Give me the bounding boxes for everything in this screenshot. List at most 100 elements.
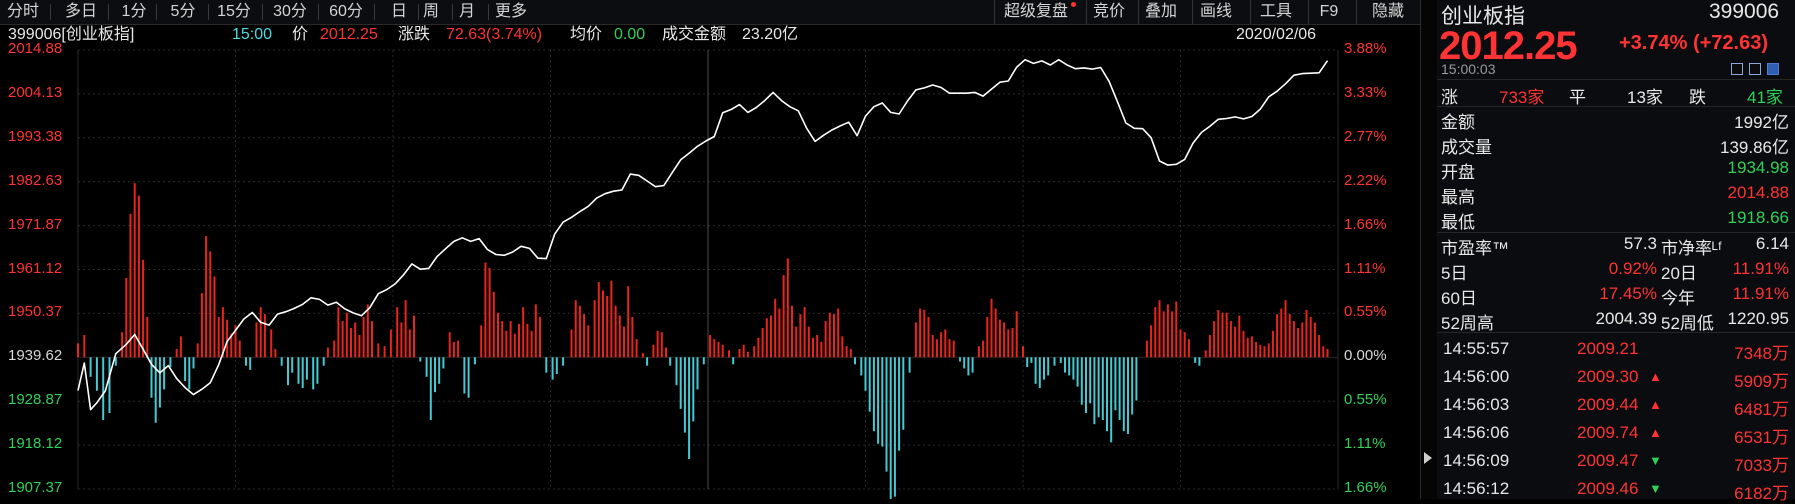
panel-code: 399006: [1709, 0, 1780, 23]
volume-bar: [1208, 335, 1211, 358]
right-axis-tick: 0.00%: [1344, 347, 1387, 365]
intraday-chart[interactable]: [0, 0, 1420, 499]
tick-time: 14:56:03: [1443, 395, 1510, 414]
volume-bar: [505, 330, 508, 358]
volume-bar: [610, 280, 613, 358]
volume-bar: [1072, 357, 1075, 380]
volume-bar: [646, 357, 649, 366]
tick-amount: 7033万: [1734, 456, 1789, 475]
volume-bar: [238, 340, 241, 358]
volume-bar: [396, 307, 399, 358]
volume-bar: [1255, 341, 1258, 358]
volume-bar: [1234, 326, 1237, 358]
volume-bar: [1059, 357, 1062, 363]
volume-bar: [142, 259, 145, 358]
volume-bar: [1171, 311, 1174, 358]
volume-bar: [713, 339, 716, 358]
volume-bar: [898, 357, 901, 451]
volume-bar: [1162, 311, 1165, 358]
volume-bar: [877, 357, 880, 444]
perf-label: 60日: [1441, 289, 1477, 308]
volume-bar: [1301, 322, 1304, 358]
window-icon[interactable]: [1749, 63, 1761, 75]
volume-bar: [675, 357, 678, 386]
pe-value: 57.3: [1623, 234, 1657, 253]
volume-bar: [1080, 357, 1083, 405]
volume-bar: [990, 298, 993, 358]
volume-bar: [977, 346, 980, 358]
stat-label: 成交量: [1441, 138, 1492, 157]
volume-bar: [255, 322, 258, 358]
volume-bar: [578, 305, 581, 358]
volume-bar: [807, 326, 810, 358]
panel-time: 15:00:03: [1441, 61, 1496, 77]
volume-bar: [1187, 339, 1190, 358]
volume-bar: [366, 304, 369, 358]
volume-bar: [341, 321, 344, 358]
volume-bar: [291, 357, 294, 373]
volume-bar: [872, 357, 875, 432]
volume-bar: [377, 343, 380, 358]
volume-bar: [1114, 357, 1117, 411]
volume-bar: [1280, 308, 1283, 358]
volume-bar: [786, 258, 789, 358]
volume-bar: [545, 357, 548, 373]
tick-time: 14:56:00: [1443, 367, 1510, 386]
right-axis-tick: 0.55%: [1344, 303, 1387, 321]
volume-bar: [761, 328, 764, 358]
volume-bar: [77, 343, 79, 358]
volume-bar: [102, 357, 105, 421]
stat-label: 最低: [1441, 213, 1475, 232]
volume-bar: [354, 322, 357, 358]
volume-bar: [297, 357, 300, 384]
volume-bar: [1011, 328, 1014, 358]
tick-price: 2009.74: [1577, 423, 1639, 442]
up-arrow-icon: ▲: [1649, 425, 1662, 440]
tick-time: 14:55:57: [1443, 339, 1510, 358]
volume-bar: [914, 322, 917, 358]
volume-bar: [1242, 330, 1245, 358]
add-icon[interactable]: [1767, 63, 1779, 75]
volume-bar: [606, 295, 609, 358]
volume-bar: [413, 315, 415, 358]
volume-bar: [518, 323, 520, 358]
tick-price: 2009.46: [1577, 479, 1639, 498]
volume-bar: [1015, 311, 1018, 358]
volume-bar: [179, 336, 182, 358]
volume-bar: [753, 346, 756, 358]
volume-bar: [404, 300, 407, 358]
volume-bar: [1064, 357, 1066, 373]
volume-bar: [175, 348, 178, 358]
volume-bar: [259, 307, 262, 358]
volume-bar: [305, 357, 308, 380]
volume-bar: [1076, 357, 1079, 387]
volume-bar: [205, 236, 208, 358]
right-axis-tick: 1.11%: [1344, 259, 1386, 277]
perf-value: 11.91%: [1732, 259, 1789, 278]
collapse-strip[interactable]: [1421, 0, 1437, 499]
right-axis-tick: 0.55%: [1344, 391, 1387, 409]
volume-bar: [1250, 336, 1253, 358]
edit-icon[interactable]: [1731, 63, 1743, 75]
volume-bar: [902, 357, 905, 430]
volume-bar: [467, 357, 470, 398]
volume-bar: [688, 357, 691, 460]
volume-bar: [196, 343, 199, 358]
volume-bar: [948, 339, 951, 358]
volume-bar: [1292, 321, 1295, 358]
perf-value: 0.92%: [1608, 259, 1657, 278]
volume-bar: [824, 321, 827, 358]
volume-bar: [593, 300, 596, 358]
volume-bar: [137, 195, 140, 358]
volume-bar: [350, 328, 352, 358]
volume-bar: [213, 276, 216, 358]
right-axis-tick: 1.11%: [1344, 435, 1386, 453]
volume-bar: [1047, 357, 1050, 376]
expand-arrow-icon[interactable]: [1424, 452, 1432, 464]
pb-value: 6.14: [1755, 234, 1789, 253]
volume-bar: [551, 357, 554, 380]
perf-label: 52周高: [1441, 314, 1494, 333]
volume-bar: [795, 326, 798, 358]
volume-bar: [1221, 312, 1224, 358]
volume-bar: [1043, 357, 1045, 380]
